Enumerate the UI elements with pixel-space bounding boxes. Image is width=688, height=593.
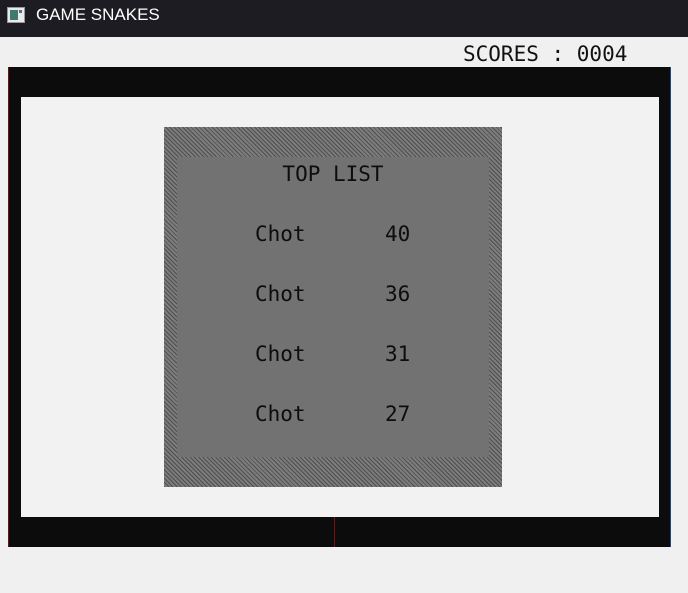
entry-name: Chot: [255, 342, 306, 366]
entry-name: Chot: [255, 282, 306, 306]
entry-score: 27: [385, 402, 411, 426]
entry-name: Chot: [255, 222, 306, 246]
entry-name: Chot: [255, 402, 306, 426]
window-titlebar: GAME SNAKES: [0, 0, 688, 37]
top-list-entry: Chot 36: [177, 281, 489, 307]
app-window-icon: [7, 7, 25, 23]
entry-score: 36: [385, 282, 411, 306]
top-list-frame: TOP LIST Chot 40 Chot 36 Chot 31 Chot 27: [164, 127, 502, 487]
scores-display: SCORES : 0004: [463, 42, 628, 66]
entry-score: 31: [385, 342, 411, 366]
game-board: TOP LIST Chot 40 Chot 36 Chot 31 Chot 27: [8, 67, 671, 547]
top-list-title: TOP LIST: [282, 162, 384, 186]
window-title: GAME SNAKES: [36, 5, 160, 24]
top-list-entry: Chot 27: [177, 401, 489, 427]
top-list-panel: TOP LIST Chot 40 Chot 36 Chot 31 Chot 27: [177, 157, 489, 457]
play-area: TOP LIST Chot 40 Chot 36 Chot 31 Chot 27: [21, 97, 659, 517]
entry-score: 40: [385, 222, 411, 246]
board-divider: [334, 517, 335, 547]
top-list-entry: Chot 40: [177, 221, 489, 247]
top-list-entry: Chot 31: [177, 341, 489, 367]
